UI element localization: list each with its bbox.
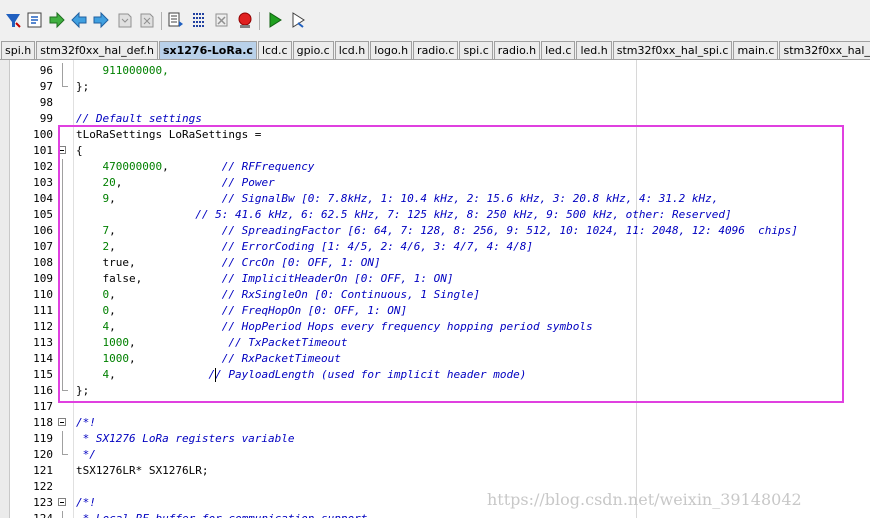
- file-tab[interactable]: spi.c: [459, 41, 493, 59]
- code-text: /*!: [76, 495, 96, 511]
- line-number: 99: [39, 112, 53, 125]
- code-line: 119 * SX1276 LoRa registers variable: [0, 431, 870, 447]
- code-line: 124 * Local RF buffer for communication …: [0, 511, 870, 518]
- code-editor[interactable]: 96 911000000, 97}; 98 99// Default settings…: [0, 60, 870, 518]
- file-tab[interactable]: radio.h: [493, 41, 541, 59]
- line-number: 124: [12, 511, 53, 518]
- code-comment: /*!: [76, 416, 96, 429]
- code-text: };: [76, 79, 89, 95]
- code-comment: * SX1276 LoRa registers variable: [76, 432, 295, 445]
- line-number: 116: [33, 384, 53, 397]
- code-line: 118 /*!: [0, 415, 870, 431]
- fold-guide: [62, 63, 63, 79]
- fold-toggle-icon[interactable]: [58, 498, 66, 506]
- debug-stop-icon[interactable]: [236, 11, 254, 29]
- line-number: 113: [33, 336, 53, 349]
- line-number: 119: [33, 432, 53, 445]
- fold-toggle-icon[interactable]: [58, 418, 66, 426]
- line-number: 111: [33, 304, 53, 317]
- code-text: * SX1276 LoRa registers variable: [76, 431, 295, 447]
- fold-end-marker: [62, 79, 68, 87]
- line-number: 106: [33, 224, 53, 237]
- file-tab[interactable]: radio.c: [413, 41, 459, 59]
- file-tab[interactable]: stm32f0xx_hal_spi.c: [612, 41, 733, 59]
- file-tab[interactable]: lcd.h: [334, 41, 370, 59]
- line-number: 105: [33, 208, 53, 221]
- find-in-files-icon[interactable]: [4, 11, 22, 29]
- line-number: 103: [33, 176, 53, 189]
- line-number: 96: [39, 64, 53, 77]
- navigate-back-icon[interactable]: [70, 11, 88, 29]
- code-comment: // Default settings: [76, 112, 202, 125]
- line-number: 107: [33, 240, 53, 253]
- fold-guide: [62, 431, 63, 447]
- line-number: 98: [39, 96, 53, 109]
- fold-guide: [62, 511, 63, 518]
- file-tab[interactable]: led.c: [541, 41, 576, 59]
- code-comment: * Local RF buffer for communication supp…: [76, 512, 368, 518]
- file-tab[interactable]: spi.h: [1, 41, 36, 59]
- file-tab[interactable]: logo.h: [370, 41, 413, 59]
- code-line: 121 tSX1276LR* SX1276LR;: [0, 463, 870, 479]
- line-number: 97: [39, 80, 53, 93]
- bookmark-clear-icon[interactable]: [138, 11, 156, 29]
- fold-end-marker: [62, 447, 68, 455]
- file-tab[interactable]: led.h: [576, 41, 612, 59]
- file-tab[interactable]: sx1276-LoRa.c: [158, 41, 257, 59]
- file-tab[interactable]: stm32f0xx_hal_gpio.c: [779, 41, 870, 59]
- line-number: 122: [33, 480, 53, 493]
- file-tab[interactable]: lcd.c: [257, 41, 292, 59]
- navigate-forward-icon[interactable]: [92, 11, 110, 29]
- bookmark-icon[interactable]: [116, 11, 134, 29]
- indent-icon[interactable]: [167, 11, 185, 29]
- line-number: 108: [33, 256, 53, 269]
- file-tab-bar: spi.h stm32f0xx_hal_def.h sx1276-LoRa.c lcd…: [0, 40, 870, 60]
- code-token: tSX1276LR* SX1276LR;: [76, 464, 209, 477]
- line-number: 104: [33, 192, 53, 205]
- line-number: 100: [33, 128, 53, 141]
- line-number: 109: [33, 272, 53, 285]
- code-text: 911000000,: [76, 63, 169, 79]
- file-tab[interactable]: stm32f0xx_hal_def.h: [36, 41, 158, 59]
- line-number: 120: [33, 448, 53, 461]
- code-line: 97};: [0, 79, 870, 95]
- line-number: 112: [33, 320, 53, 333]
- code-comment: /*!: [76, 496, 96, 509]
- code-comment: */: [76, 448, 96, 461]
- code-text: /*!: [76, 415, 96, 431]
- go-forward-icon[interactable]: [48, 11, 66, 29]
- line-number: 110: [33, 288, 53, 301]
- line-number: 115: [33, 368, 53, 381]
- code-line: 96 911000000,: [0, 63, 870, 79]
- line-number: 101: [33, 144, 53, 157]
- watermark: https://blog.csdn.net/weixin_39148042: [487, 490, 802, 509]
- code-text: tSX1276LR* SX1276LR;: [76, 463, 208, 479]
- code-token: };: [76, 80, 90, 93]
- file-tab[interactable]: main.c: [733, 41, 779, 59]
- comment-icon[interactable]: [213, 11, 231, 29]
- code-number: 911000000,: [102, 64, 169, 77]
- unindent-icon[interactable]: [190, 11, 208, 29]
- build-icon[interactable]: [266, 11, 284, 29]
- code-line: 98: [0, 95, 870, 111]
- incremental-find-icon[interactable]: [26, 11, 44, 29]
- highlight-annotation-box: [58, 125, 844, 403]
- code-text: * Local RF buffer for communication supp…: [76, 511, 368, 518]
- line-number: 102: [33, 160, 53, 173]
- line-number: 118: [33, 416, 53, 429]
- rebuild-icon[interactable]: [289, 11, 307, 29]
- line-number: 123: [33, 496, 53, 509]
- line-number: 117: [33, 400, 53, 413]
- toolbar: [0, 0, 870, 41]
- line-number: 114: [33, 352, 53, 365]
- code-line: 120 */: [0, 447, 870, 463]
- file-tab[interactable]: gpio.c: [292, 41, 334, 59]
- code-text: */: [76, 447, 96, 463]
- line-number: 121: [33, 464, 53, 477]
